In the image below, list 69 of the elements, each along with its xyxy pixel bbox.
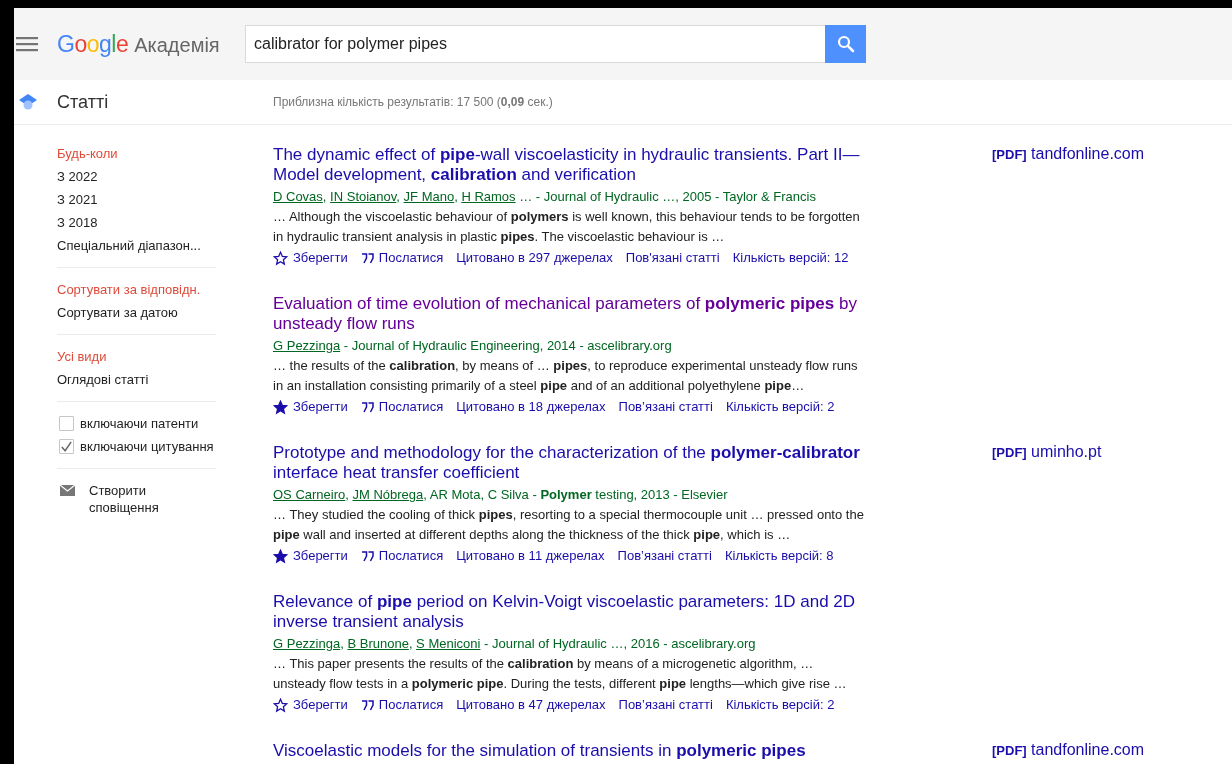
- result-title[interactable]: Evaluation of time evolution of mechanical parameters of polymeric pipes by unsteady flow runs: [273, 294, 883, 334]
- result-source: G Pezzinga - Journal of Hydraulic Engineering, 2014 - ascelibrary.org: [273, 337, 673, 355]
- related-articles-link[interactable]: Пов'язані статті: [625, 247, 720, 269]
- versions-link[interactable]: Кількість версій: 12: [732, 247, 849, 269]
- result-title[interactable]: The dynamic effect of pipe-wall viscoelasticity in hydraulic transients. Part II—Model development, calibration and verification: [273, 145, 883, 185]
- quote-icon: [360, 401, 374, 413]
- graduation-cap-icon: [18, 93, 38, 111]
- quote-icon: [360, 252, 374, 264]
- result-snippet: … the results of the calibration, by means of … pipes, to reproduce experimental unsteady flow runs in an installation consisting primarily of a steel pipe and of an additional polyethylene pipe…: [273, 357, 859, 395]
- result-source: D Covas, IN Stoianov, JF Mano, H Ramos … - Journal of Hydraulic …, 2005 - Taylor & Francis: [273, 188, 817, 206]
- menu-icon[interactable]: [16, 36, 38, 52]
- filter-link[interactable]: З 2021: [57, 191, 216, 208]
- result-source: G Pezzinga, B Brunone, S Meniconi - Journal of Hydraulic …, 2016 - ascelibrary.org: [273, 635, 757, 653]
- search-field[interactable]: calibrator for polymer pipes: [245, 25, 825, 63]
- cite-link[interactable]: Послатися: [360, 396, 444, 418]
- save-link[interactable]: Зберегти: [273, 396, 348, 418]
- quote-icon: [360, 699, 374, 711]
- save-link[interactable]: Зберегти: [273, 247, 348, 269]
- cited-by-link[interactable]: Цитовано в 47 джерелах: [456, 694, 606, 716]
- versions-link[interactable]: Кількість версій: 2: [725, 396, 835, 418]
- author-name: C Silva: [487, 487, 529, 502]
- results-count: Приблизна кількість результатів: 17 500 (0,09 сек.): [273, 95, 553, 109]
- related-articles-link[interactable]: Пов’язані статті: [617, 545, 712, 567]
- checkbox-label[interactable]: включаючи цитування: [80, 438, 214, 455]
- author-link[interactable]: H Ramos: [461, 189, 516, 204]
- quote-icon: [360, 550, 374, 562]
- related-articles-link[interactable]: Пов’язані статті: [618, 694, 713, 716]
- pdf-link[interactable]: [PDF] tandfonline.com: [992, 741, 1145, 758]
- author-link[interactable]: G Pezzinga: [273, 338, 341, 353]
- cite-link[interactable]: Послатися: [360, 694, 444, 716]
- author-link[interactable]: S Meniconi: [416, 636, 481, 651]
- filter-link[interactable]: З 2022: [57, 168, 216, 185]
- logo[interactable]: Google Академія: [57, 30, 245, 58]
- versions-link[interactable]: Кількість версій: 8: [724, 545, 834, 567]
- cited-by-link[interactable]: Цитовано в 11 джерелах: [456, 545, 605, 567]
- result-title[interactable]: Relevance of pipe period on Kelvin-Voigt viscoelastic parameters: 1D and 2D inverse transient analysis: [273, 592, 883, 632]
- pdf-link[interactable]: [PDF] tandfonline.com: [992, 145, 1145, 162]
- cited-by-link[interactable]: Цитовано в 18 джерелах: [456, 396, 606, 418]
- result-title[interactable]: Prototype and methodology for the characterization of the polymer-calibrator interface heat transfer coefficient: [273, 443, 883, 483]
- cite-link[interactable]: Послатися: [360, 247, 444, 269]
- filter-link[interactable]: Оглядові статті: [57, 371, 216, 388]
- author-link[interactable]: B Brunone: [347, 636, 409, 651]
- result-snippet: … This paper presents the results of the calibration by means of a microgenetic algorithm, … unsteady flow tests in a polymeric pipe. During the tests, different pipe lengths—which give rise …: [273, 655, 848, 693]
- filter-link[interactable]: Усі види: [57, 348, 216, 365]
- checkbox-label[interactable]: включаючи патенти: [80, 415, 199, 432]
- cite-link[interactable]: Послатися: [360, 545, 444, 567]
- result-title[interactable]: Viscoelastic models for the simulation of transients in polymeric pipes: [273, 741, 883, 761]
- filter-link[interactable]: Сортувати за датою: [57, 304, 216, 321]
- pdf-link[interactable]: [PDF] uminho.pt: [992, 443, 1102, 460]
- section-title: Статті: [57, 91, 110, 113]
- search-icon: [836, 35, 855, 53]
- versions-link[interactable]: Кількість версій: 2: [725, 694, 835, 716]
- create-alert-link[interactable]: Створити сповіщення: [89, 482, 216, 516]
- cited-by-link[interactable]: Цитовано в 297 джерелах: [456, 247, 613, 269]
- save-link[interactable]: Зберегти: [273, 545, 348, 567]
- envelope-icon[interactable]: [60, 485, 75, 496]
- save-link[interactable]: Зберегти: [273, 694, 348, 716]
- related-articles-link[interactable]: Пов’язані статті: [618, 396, 713, 418]
- author-link[interactable]: D Covas: [273, 189, 323, 204]
- filter-link[interactable]: Сортувати за відповідн.: [57, 281, 216, 298]
- search-button[interactable]: [825, 25, 866, 63]
- result-source: OS Carneiro, JM Nóbrega, AR Mota, C Silva - Polymer testing, 2013 - Elsevier: [273, 486, 729, 504]
- filter-link[interactable]: З 2018: [57, 214, 216, 231]
- filter-link[interactable]: Будь-коли: [57, 145, 216, 162]
- checkbox[interactable]: [59, 416, 74, 431]
- result-snippet: … They studied the cooling of thick pipes, resorting to a special thermocouple unit … pressed onto the pipe wall and inserted at different depths along the thickness of the thick pipe, which is …: [273, 506, 865, 544]
- filter-link[interactable]: Спеціальний діапазон...: [57, 237, 216, 254]
- result-snippet: … Although the viscoelastic behaviour of polymers is well known, this behaviour tends to be forgotten in hydraulic transient analysis in plastic pipes. The viscoelastic behaviour is …: [273, 208, 861, 246]
- checkbox[interactable]: [59, 439, 74, 454]
